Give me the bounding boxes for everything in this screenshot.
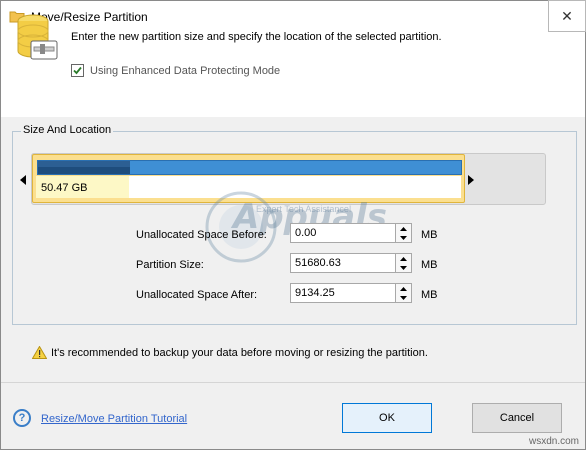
left-resize-handle-icon[interactable] xyxy=(19,175,27,185)
close-icon: ✕ xyxy=(561,7,573,24)
unallocated-after-label: Unallocated Space After: xyxy=(136,289,258,301)
partition-used-bar-shade xyxy=(38,167,130,174)
tutorial-link[interactable]: Resize/Move Partition Tutorial xyxy=(41,413,187,425)
instruction-text: Enter the new partition size and specify… xyxy=(71,31,442,43)
unallocated-after-spinner[interactable] xyxy=(396,283,412,303)
spin-up-icon[interactable] xyxy=(396,284,411,293)
spin-down-icon[interactable] xyxy=(396,233,411,242)
enhanced-mode-row[interactable]: Using Enhanced Data Protecting Mode xyxy=(71,64,280,77)
enhanced-mode-checkbox[interactable] xyxy=(71,64,84,77)
ok-button[interactable]: OK xyxy=(342,403,432,433)
right-resize-handle-icon[interactable] xyxy=(467,175,475,185)
spin-up-icon[interactable] xyxy=(396,254,411,263)
move-resize-dialog: Move/Resize Partition ✕ Enter the new pa… xyxy=(0,0,586,450)
partition-size-label-text: Partition Size: xyxy=(136,259,204,271)
help-icon[interactable]: ? xyxy=(13,409,31,427)
spin-down-icon[interactable] xyxy=(396,293,411,302)
unallocated-after-input[interactable]: 9134.25 xyxy=(290,283,396,303)
site-watermark: wsxdn.com xyxy=(528,436,579,447)
unallocated-before-unit: MB xyxy=(421,229,438,241)
partition-size-unit: MB xyxy=(421,259,438,271)
unallocated-before-input[interactable]: 0.00 xyxy=(290,223,396,243)
cancel-button[interactable]: Cancel xyxy=(472,403,562,433)
warning-text: It's recommended to backup your data bef… xyxy=(51,346,428,359)
close-button[interactable]: ✕ xyxy=(548,0,586,32)
partition-size-label: 50.47 GB xyxy=(41,182,88,194)
unallocated-after-unit: MB xyxy=(421,289,438,301)
partition-size-spinner[interactable] xyxy=(396,253,412,273)
spin-up-icon[interactable] xyxy=(396,224,411,233)
spin-down-icon[interactable] xyxy=(396,263,411,272)
group-legend: Size And Location xyxy=(21,124,114,136)
unallocated-before-spinner[interactable] xyxy=(396,223,412,243)
title-bar: Move/Resize Partition ✕ xyxy=(1,0,586,33)
partition-size-input[interactable]: 51680.63 xyxy=(290,253,396,273)
enhanced-mode-label: Using Enhanced Data Protecting Mode xyxy=(90,64,281,77)
database-resize-icon xyxy=(17,14,58,60)
unallocated-before-label: Unallocated Space Before: xyxy=(136,229,267,241)
warning-icon xyxy=(32,346,47,359)
checkmark-icon xyxy=(73,66,82,75)
warning-row: It's recommended to backup your data bef… xyxy=(32,346,428,359)
